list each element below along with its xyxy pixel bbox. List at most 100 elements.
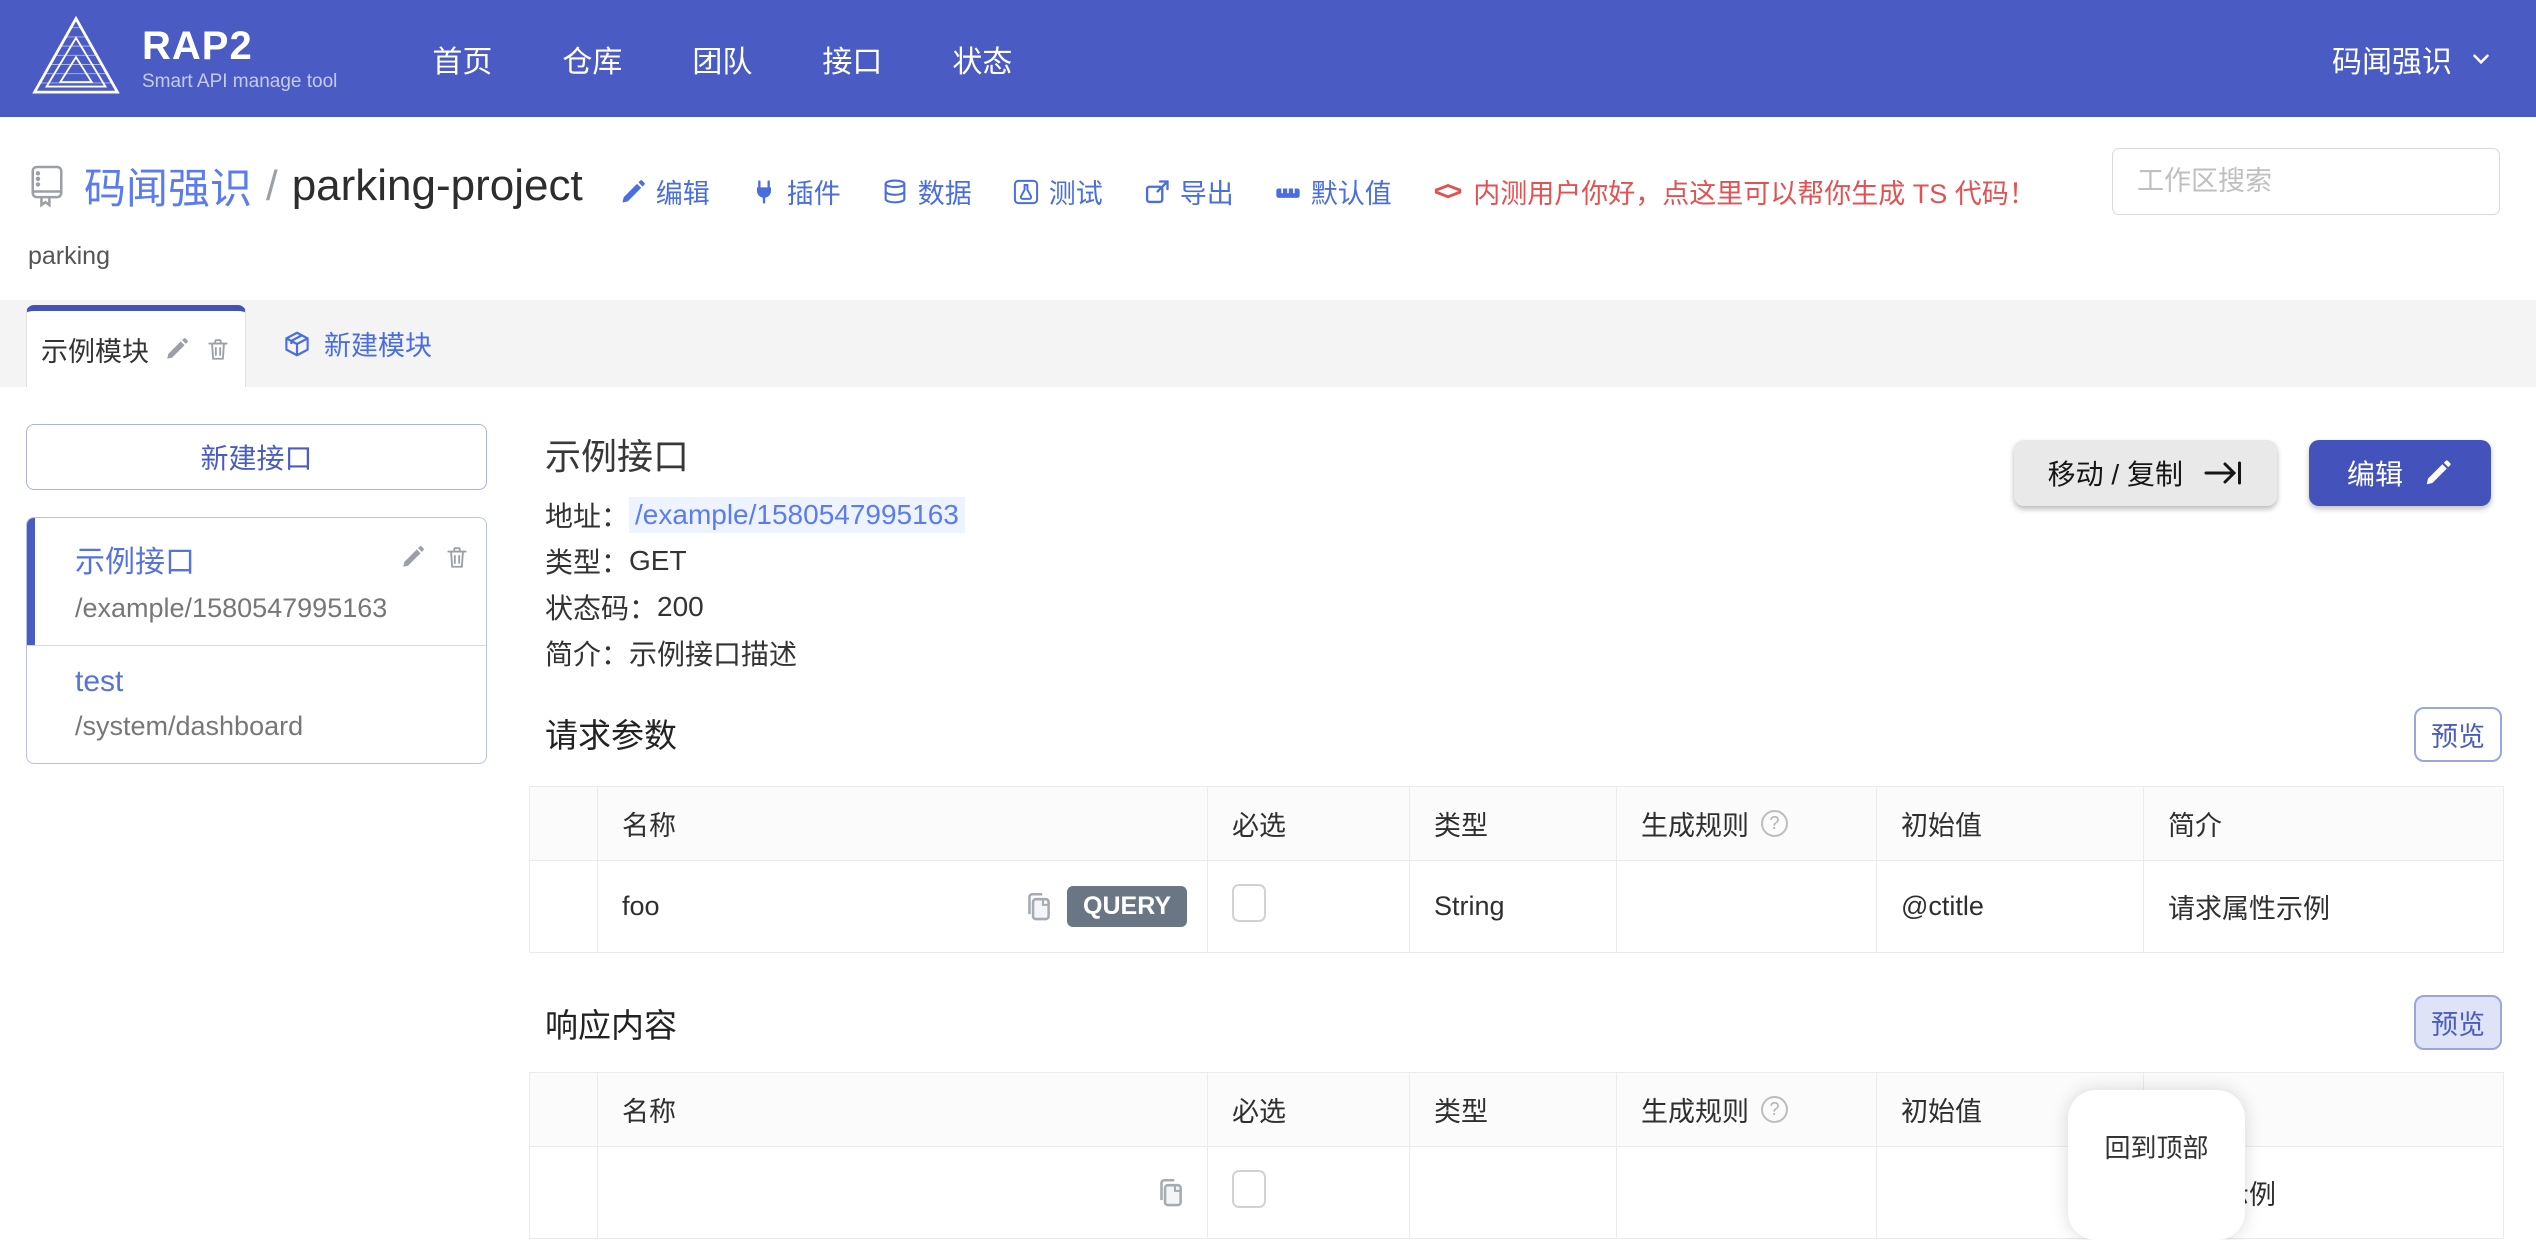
database-icon bbox=[881, 178, 909, 206]
package-icon bbox=[282, 329, 312, 359]
plug-icon bbox=[750, 178, 778, 206]
nav-item-team[interactable]: 团队 bbox=[692, 27, 752, 91]
col-required: 必选 bbox=[1208, 787, 1410, 861]
edit-project-link[interactable]: 编辑 bbox=[619, 172, 710, 211]
col-type: 类型 bbox=[1410, 1073, 1617, 1147]
ruler-icon bbox=[1274, 178, 1302, 206]
status-code-label: 状态码： bbox=[545, 587, 657, 627]
nav-item-status[interactable]: 状态 bbox=[952, 27, 1012, 91]
edit-interface-button[interactable]: 编辑 bbox=[2309, 440, 2491, 506]
data-link[interactable]: 数据 bbox=[881, 172, 972, 211]
main-nav: 首页 仓库 团队 接口 状态 bbox=[432, 27, 1012, 91]
breadcrumb-org-link[interactable]: 码闻强识 bbox=[84, 155, 252, 216]
back-to-top-button[interactable]: 回到顶部 bbox=[2068, 1090, 2245, 1240]
col-name: 名称 bbox=[598, 787, 1208, 861]
table-header-row: 名称 必选 类型 生成规则? 初始值 简介 bbox=[530, 787, 2504, 861]
user-menu[interactable]: 码闻强识 bbox=[2332, 37, 2494, 81]
pencil-icon[interactable] bbox=[164, 336, 190, 362]
trash-icon[interactable] bbox=[444, 544, 470, 570]
breadcrumb-separator: / bbox=[266, 162, 278, 210]
question-circle-icon[interactable]: ? bbox=[1761, 810, 1788, 837]
nav-item-repository[interactable]: 仓库 bbox=[562, 27, 622, 91]
copy-icon[interactable] bbox=[1153, 1176, 1187, 1210]
new-module-button[interactable]: 新建模块 bbox=[282, 300, 432, 387]
book-icon bbox=[28, 163, 66, 209]
triangle-logo-icon bbox=[30, 13, 122, 105]
col-initial: 初始值 bbox=[1877, 787, 2144, 861]
param-name: foo bbox=[622, 891, 660, 922]
copy-icon[interactable] bbox=[1021, 890, 1055, 924]
page-title: parking-project bbox=[292, 161, 583, 211]
request-preview-button[interactable]: 预览 bbox=[2414, 707, 2502, 762]
content-area: 新建接口 示例接口 /example/1580547995163 test /s… bbox=[0, 387, 2536, 1178]
interface-sidebar: 新建接口 示例接口 /example/1580547995163 test /s… bbox=[26, 424, 487, 764]
user-name: 码闻强识 bbox=[2332, 37, 2452, 81]
param-initial: @ctitle bbox=[1877, 861, 2144, 953]
project-description: parking bbox=[28, 242, 2500, 271]
param-rule bbox=[1617, 861, 1877, 953]
page-header: 码闻强识 / parking-project 编辑 插件 数据 测试 导出 bbox=[0, 117, 2536, 300]
interface-title: 示例接口 bbox=[545, 428, 689, 480]
header-actions: 编辑 插件 数据 测试 导出 默认值 bbox=[619, 160, 1392, 211]
export-link[interactable]: 导出 bbox=[1143, 172, 1234, 211]
plugin-link[interactable]: 插件 bbox=[750, 172, 841, 211]
col-rule: 生成规则 bbox=[1641, 1090, 1749, 1129]
response-content-title: 响应内容 bbox=[545, 999, 677, 1047]
param-type: String bbox=[1410, 861, 1617, 953]
tab-example-module[interactable]: 示例模块 bbox=[26, 305, 246, 388]
default-value-link[interactable]: 默认值 bbox=[1274, 172, 1392, 211]
new-interface-button[interactable]: 新建接口 bbox=[26, 424, 487, 490]
chevron-down-icon bbox=[2468, 46, 2494, 72]
pencil-icon[interactable] bbox=[400, 544, 426, 570]
module-tabbar: 示例模块 新建模块 bbox=[0, 300, 2536, 388]
test-link[interactable]: 测试 bbox=[1012, 172, 1103, 211]
code-brackets-icon: <> bbox=[1434, 176, 1464, 207]
scope-badge: QUERY bbox=[1067, 886, 1187, 927]
address-label: 地址： bbox=[545, 495, 629, 535]
request-params-title: 请求参数 bbox=[545, 709, 677, 757]
move-copy-button[interactable]: 移动 / 复制 bbox=[2014, 440, 2277, 506]
type-value: GET bbox=[629, 545, 687, 577]
question-circle-icon[interactable]: ? bbox=[1761, 1096, 1788, 1123]
request-params-table: 名称 必选 类型 生成规则? 初始值 简介 foo bbox=[529, 786, 2504, 953]
intro-label: 简介： bbox=[545, 633, 629, 673]
col-name: 名称 bbox=[598, 1073, 1208, 1147]
pencil-icon bbox=[619, 178, 647, 206]
col-rule: 生成规则 bbox=[1641, 804, 1749, 843]
list-item-test-interface[interactable]: test /system/dashboard bbox=[27, 645, 486, 763]
detail-buttons: 移动 / 复制 编辑 bbox=[2014, 440, 2491, 506]
navbar: RAP2 Smart API manage tool 首页 仓库 团队 接口 状… bbox=[0, 0, 2536, 117]
workspace-search-input[interactable] bbox=[2112, 148, 2500, 215]
flask-icon bbox=[1012, 178, 1040, 206]
param-intro: 请求属性示例 bbox=[2144, 861, 2504, 953]
status-code-value: 200 bbox=[657, 591, 704, 623]
intro-value: 示例接口描述 bbox=[629, 633, 797, 673]
required-checkbox[interactable] bbox=[1232, 1170, 1266, 1208]
export-icon bbox=[1143, 178, 1171, 206]
address-link[interactable]: /example/1580547995163 bbox=[629, 497, 965, 533]
arrow-to-bar-icon bbox=[2203, 460, 2243, 486]
trash-icon[interactable] bbox=[205, 336, 231, 362]
col-intro: 简介 bbox=[2144, 787, 2504, 861]
ts-code-notice-link[interactable]: <> 内测用户你好，点这里可以帮你生成 TS 代码！ bbox=[1434, 160, 2036, 211]
type-label: 类型： bbox=[545, 541, 629, 581]
table-row: foo QUERY String @ctitle 请求属性示例 bbox=[530, 861, 2504, 953]
interface-detail-panel: 示例接口 地址： /example/1580547995163 类型： GET … bbox=[535, 387, 2510, 1178]
app-title: RAP2 bbox=[142, 24, 337, 68]
interface-name-link[interactable]: test bbox=[75, 665, 462, 699]
list-item-example-interface[interactable]: 示例接口 /example/1580547995163 bbox=[27, 518, 486, 645]
nav-item-home[interactable]: 首页 bbox=[432, 27, 492, 91]
pencil-icon bbox=[2423, 458, 2453, 488]
response-preview-button[interactable]: 预览 bbox=[2414, 995, 2502, 1050]
col-type: 类型 bbox=[1410, 787, 1617, 861]
interface-list: 示例接口 /example/1580547995163 test /system… bbox=[26, 517, 487, 764]
notice-text: 内测用户你好，点这里可以帮你生成 TS 代码！ bbox=[1473, 172, 2036, 211]
required-checkbox[interactable] bbox=[1232, 884, 1266, 922]
interface-path: /system/dashboard bbox=[75, 711, 462, 742]
app-logo[interactable]: RAP2 Smart API manage tool bbox=[30, 13, 337, 105]
col-required: 必选 bbox=[1208, 1073, 1410, 1147]
interface-path: /example/1580547995163 bbox=[75, 593, 462, 624]
app-subtitle: Smart API manage tool bbox=[142, 71, 337, 93]
nav-item-interface[interactable]: 接口 bbox=[822, 27, 882, 91]
tab-label: 示例模块 bbox=[41, 330, 149, 369]
